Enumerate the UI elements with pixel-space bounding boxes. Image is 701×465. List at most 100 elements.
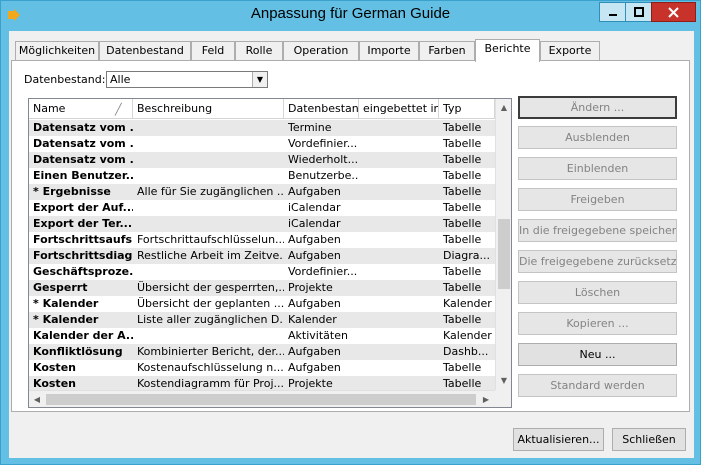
- action-button-9[interactable]: Standard werden: [518, 374, 677, 397]
- tab-datenbestand[interactable]: Datenbestand: [99, 41, 191, 61]
- vertical-scrollbar[interactable]: ▲ ▼: [495, 99, 511, 390]
- column-header-name-label: Name: [33, 102, 66, 115]
- table-row[interactable]: Export der Auf... iCalendar Tabelle: [29, 200, 495, 216]
- table-cell-name: Export der Auf...: [33, 201, 133, 214]
- table-row[interactable]: Export der Ter... iCalendar Tabelle: [29, 216, 495, 232]
- tab-operation[interactable]: Operation: [283, 41, 359, 61]
- table-cell-beschreibung: [133, 152, 284, 168]
- tab-berichte[interactable]: Berichte: [475, 39, 540, 62]
- close-button[interactable]: Schließen: [612, 428, 686, 451]
- column-header-typ[interactable]: Typ: [439, 99, 495, 119]
- table-row[interactable]: Gesperrt Übersicht der gesperrten,... Proj…: [29, 280, 495, 296]
- table-cell-beschreibung: [133, 328, 284, 344]
- table-cell-typ: Kalender: [443, 329, 492, 342]
- action-button-4[interactable]: In die freigegebene speichern: [518, 219, 677, 242]
- table-cell-typ: Tabelle: [443, 313, 482, 326]
- table-cell-datenbestand: iCalendar: [288, 201, 341, 214]
- action-button-6[interactable]: Löschen: [518, 281, 677, 304]
- table-row[interactable]: Fortschrittsaufs... Fortschrittaufschlüss…: [29, 232, 495, 248]
- action-button-2[interactable]: Einblenden: [518, 157, 677, 180]
- tab-feld[interactable]: Feld: [191, 41, 235, 61]
- table-cell-datenbestand: iCalendar: [288, 217, 341, 230]
- table-cell-datenbestand: Aufgaben: [288, 361, 341, 374]
- table-row[interactable]: Datensatz vom ... Termine Tabelle: [29, 120, 495, 136]
- window-title: Anpassung für German Guide: [250, 5, 451, 22]
- table-cell-datenbestand: Aufgaben: [288, 249, 341, 262]
- action-button-5[interactable]: Die freigegebene zurücksetzen: [518, 250, 677, 273]
- table-cell-eingebettet-in: [359, 232, 439, 248]
- vertical-scroll-thumb[interactable]: [498, 219, 510, 289]
- refresh-button[interactable]: Aktualisieren...: [513, 428, 604, 451]
- table-cell-eingebettet-in: [359, 312, 439, 328]
- datenbestand-select[interactable]: Alle ▼: [106, 71, 268, 88]
- chevron-down-icon[interactable]: ▼: [252, 72, 267, 87]
- table-cell-beschreibung: Alle für Sie zugänglichen ...: [137, 185, 284, 198]
- horizontal-scrollbar[interactable]: ◀ ▶: [29, 390, 495, 407]
- table-cell-eingebettet-in: [359, 200, 439, 216]
- table-row[interactable]: Datensatz vom ... Vordefinier... Tabelle: [29, 136, 495, 152]
- table-row[interactable]: Datensatz vom ... Wiederholt... Tabelle: [29, 152, 495, 168]
- table-cell-typ: Diagra...: [443, 249, 491, 262]
- tab-strip: Möglichkeiten Datenbestand Feld Rolle Op…: [9, 39, 694, 62]
- tab-exporte[interactable]: Exporte: [540, 41, 600, 61]
- table-cell-typ: Tabelle: [443, 361, 482, 374]
- table-cell-eingebettet-in: [359, 184, 439, 200]
- action-button-0[interactable]: Ändern ...: [518, 96, 677, 119]
- table-cell-name: Kosten: [33, 361, 76, 374]
- table-cell-name: Export der Ter...: [33, 217, 133, 230]
- action-button-3[interactable]: Freigeben: [518, 188, 677, 211]
- horizontal-scroll-thumb[interactable]: [46, 394, 476, 405]
- minimize-button[interactable]: [599, 2, 626, 22]
- table-row[interactable]: Fortschrittsdiag... Restliche Arbeit im Z…: [29, 248, 495, 264]
- table-row[interactable]: * Ergebnisse Alle für Sie zugänglichen ..…: [29, 184, 495, 200]
- table-row[interactable]: * Kalender Liste aller zugänglichen D... K…: [29, 312, 495, 328]
- reports-table[interactable]: Name ╱ Beschreibung Datenbestan eingebet…: [28, 98, 512, 408]
- table-row[interactable]: Geschäftsproze... Vordefinier... Tabelle: [29, 264, 495, 280]
- table-cell-beschreibung: [133, 200, 284, 216]
- table-cell-eingebettet-in: [359, 360, 439, 376]
- table-cell-name: * Ergebnisse: [33, 185, 111, 198]
- column-header-beschreibung[interactable]: Beschreibung: [133, 99, 284, 119]
- table-cell-beschreibung: Übersicht der gesperrten,...: [137, 281, 284, 294]
- table-cell-name: * Kalender: [33, 313, 99, 326]
- maximize-icon: [633, 7, 644, 17]
- sort-indicator-icon: ╱: [115, 103, 122, 116]
- table-row[interactable]: Konfliktlösung Kombinierter Bericht, der.…: [29, 344, 495, 360]
- action-button-1[interactable]: Ausblenden: [518, 126, 677, 149]
- table-cell-name: Gesperrt: [33, 281, 88, 294]
- table-cell-typ: Tabelle: [443, 281, 482, 294]
- datenbestand-select-value: Alle: [110, 73, 131, 86]
- table-row[interactable]: Kosten Kostenaufschlüsselung n... Aufgaben…: [29, 360, 495, 376]
- table-cell-typ: Tabelle: [443, 121, 482, 134]
- maximize-button[interactable]: [625, 2, 652, 22]
- table-cell-name: Geschäftsproze...: [33, 265, 133, 278]
- table-row[interactable]: * Kalender Übersicht der geplanten ... Auf…: [29, 296, 495, 312]
- scroll-down-icon[interactable]: ▼: [496, 372, 511, 389]
- scroll-up-icon[interactable]: ▲: [496, 99, 511, 116]
- column-header-eingebettet-in[interactable]: eingebettet in: [359, 99, 439, 119]
- scroll-left-icon[interactable]: ◀: [29, 391, 45, 407]
- tab-rolle[interactable]: Rolle: [235, 41, 283, 61]
- table-cell-eingebettet-in: [359, 152, 439, 168]
- minimize-icon: [608, 14, 617, 16]
- table-cell-beschreibung: Liste aller zugänglichen D...: [137, 313, 284, 326]
- tab-importe[interactable]: Importe: [359, 41, 419, 61]
- table-row[interactable]: Einen Benutzer... Benutzerbe... Tabelle: [29, 168, 495, 184]
- scroll-right-icon[interactable]: ▶: [478, 391, 494, 407]
- table-cell-name: Kalender der A...: [33, 329, 133, 342]
- table-row[interactable]: Kalender der A... Aktivitäten Kalender: [29, 328, 495, 344]
- title-bar[interactable]: Anpassung für German Guide: [1, 1, 700, 31]
- table-cell-name: Datensatz vom ...: [33, 137, 133, 150]
- table-cell-beschreibung: [133, 120, 284, 136]
- tab-moeglichkeiten[interactable]: Möglichkeiten: [15, 41, 99, 61]
- table-cell-eingebettet-in: [359, 280, 439, 296]
- action-button-7[interactable]: Kopieren ...: [518, 312, 677, 335]
- action-button-8[interactable]: Neu ...: [518, 343, 677, 366]
- table-cell-eingebettet-in: [359, 328, 439, 344]
- dialog-window: Anpassung für German Guide Möglichkeiten…: [0, 0, 701, 465]
- table-cell-datenbestand: Kalender: [288, 313, 337, 326]
- close-window-button[interactable]: [651, 2, 696, 22]
- column-header-name[interactable]: Name ╱: [29, 99, 133, 119]
- tab-farben[interactable]: Farben: [419, 41, 475, 61]
- column-header-datenbestand[interactable]: Datenbestan: [284, 99, 359, 119]
